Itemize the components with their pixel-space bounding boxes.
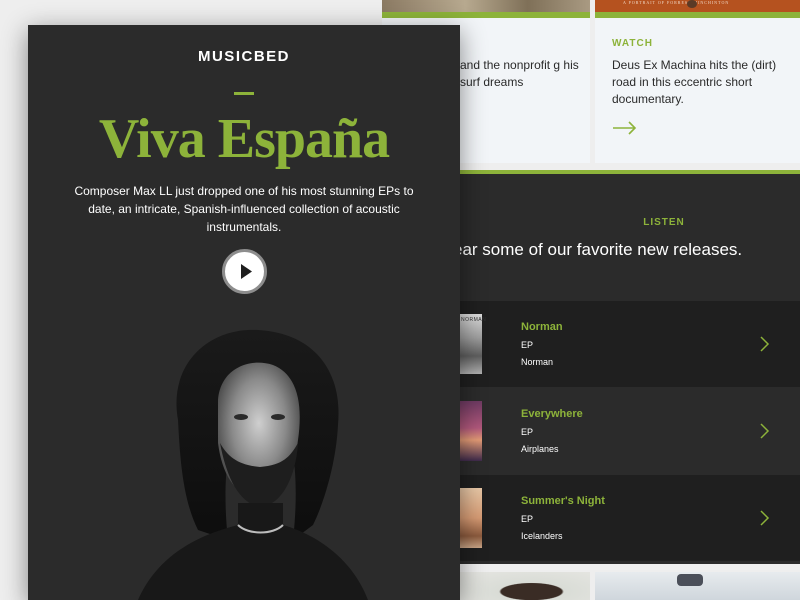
release-artist: Airplanes: [521, 444, 559, 454]
play-button[interactable]: [222, 249, 267, 294]
article-watch-text: Deus Ex Machina hits the (dirt) road in …: [612, 58, 777, 106]
top-right-image: A PORTRAIT OF FORREST MINCHINTON: [595, 0, 800, 12]
chevron-right-icon[interactable]: [758, 335, 770, 353]
accent-dash: [234, 92, 254, 95]
top-right-image-caption: A PORTRAIT OF FORREST MINCHINTON: [623, 0, 730, 5]
chevron-right-icon[interactable]: [758, 422, 770, 440]
release-thumbnail: [460, 488, 482, 548]
top-left-image: [382, 0, 590, 12]
watch-label: WATCH: [612, 38, 653, 49]
brand-logo: MUSICBED: [197, 48, 290, 65]
feature-description: Composer Max LL just dropped one of his …: [74, 184, 414, 234]
skier-figure: [677, 574, 703, 586]
article-card-watch[interactable]: WATCH Deus Ex Machina hits the (dirt) ro…: [595, 18, 800, 163]
release-type: EP: [521, 340, 534, 350]
bottom-left-image: [460, 572, 590, 600]
release-type: EP: [521, 514, 534, 524]
release-title: Norman: [521, 321, 563, 333]
release-title: Summer's Night: [521, 495, 605, 507]
release-artist: Icelanders: [521, 531, 563, 541]
release-thumbnail: [460, 401, 482, 461]
top-image-strip: A PORTRAIT OF FORREST MINCHINTON: [378, 0, 800, 18]
release-title: Everywhere: [521, 408, 583, 420]
listen-heading: ear some of our favorite new releases.: [453, 240, 743, 259]
article-left-text: and the nonprofit g his surf dreams: [460, 58, 579, 89]
bottom-right-image: [595, 572, 800, 600]
play-icon: [241, 264, 252, 279]
release-thumbnail-text: NORMAN: [461, 317, 487, 323]
release-thumbnail: NORMAN: [460, 314, 486, 374]
release-type: EP: [521, 427, 534, 437]
portrait-thumbnail: [687, 0, 697, 8]
right-arrow-icon[interactable]: [612, 118, 638, 138]
release-artist: Norman: [521, 357, 554, 367]
chevron-right-icon[interactable]: [758, 509, 770, 527]
email-feature-card: MUSICBED Viva España Composer Max LL jus…: [28, 25, 460, 600]
page-title: Viva España: [98, 108, 390, 170]
artist-portrait: [138, 329, 368, 600]
